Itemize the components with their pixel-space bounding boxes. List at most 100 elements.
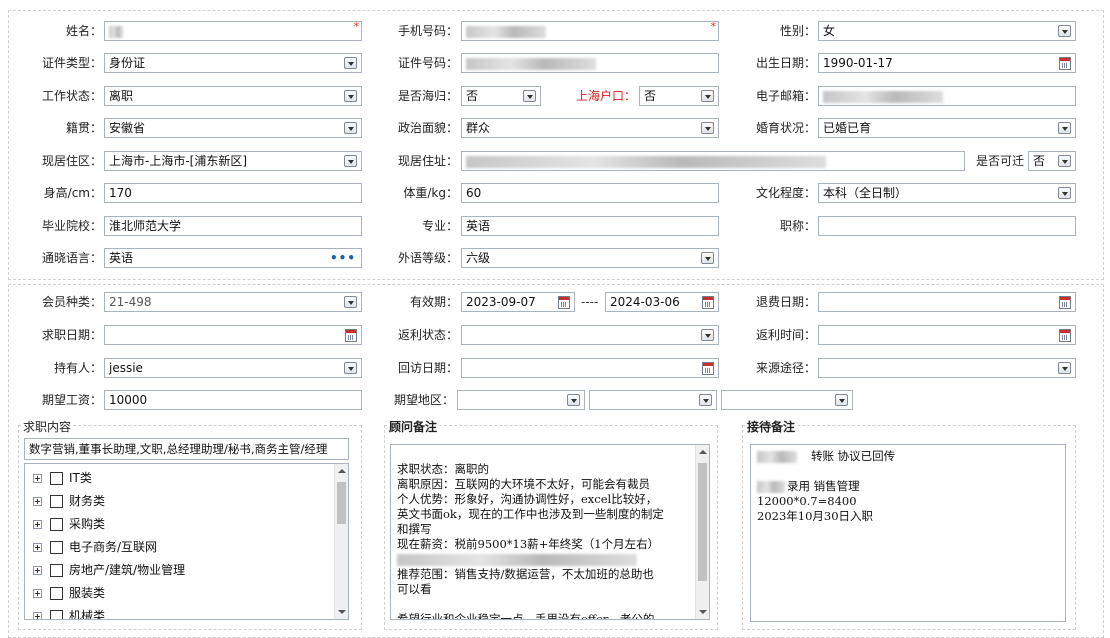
job-date-input[interactable] — [104, 325, 362, 345]
chevron-down-icon[interactable] — [701, 252, 714, 264]
expand-icon[interactable] — [33, 566, 42, 575]
tree-item-finance[interactable]: 财务类 — [33, 491, 105, 511]
shanghai-hukou-select[interactable]: 否 — [639, 86, 719, 106]
chevron-down-icon[interactable] — [567, 394, 580, 406]
scroll-thumb[interactable] — [337, 482, 346, 524]
chevron-down-icon[interactable] — [1058, 155, 1071, 167]
rebate-time-input[interactable] — [818, 325, 1076, 345]
calendar-icon[interactable] — [702, 296, 714, 309]
scroll-down-icon[interactable] — [338, 610, 346, 614]
chevron-down-icon[interactable] — [701, 90, 714, 102]
idno-input[interactable] — [461, 53, 719, 73]
chevron-down-icon[interactable] — [344, 57, 357, 69]
chevron-down-icon[interactable] — [1058, 187, 1071, 199]
language-picker[interactable]: 英语 ••• — [104, 248, 362, 268]
member-type-select[interactable]: 21-498 — [104, 292, 362, 312]
tree-item-realestate[interactable]: 房地产/建筑/物业管理 — [33, 560, 185, 580]
visit-date-input[interactable] — [461, 358, 719, 378]
native-place-select[interactable]: 安徽省 — [104, 118, 362, 138]
scroll-up-icon[interactable] — [338, 469, 346, 473]
checkbox[interactable] — [50, 587, 63, 600]
holder-select[interactable]: jessie — [104, 358, 362, 378]
required-icon: * — [710, 21, 717, 33]
chevron-down-icon[interactable] — [523, 90, 536, 102]
tree-item-machinery[interactable]: 机械类 — [33, 606, 105, 619]
refund-date-input[interactable] — [818, 292, 1076, 312]
calendar-icon[interactable] — [345, 329, 357, 342]
chevron-down-icon[interactable] — [1058, 122, 1071, 134]
calendar-icon[interactable] — [1059, 329, 1071, 342]
expand-icon[interactable] — [33, 612, 42, 619]
area-province-select[interactable] — [457, 390, 585, 410]
education-select[interactable]: 本科（全日制） — [818, 183, 1076, 203]
customer-profile-form: 姓名： * 手机号码： * 性别： 女 证件类型： 身份证 证件号码： 出生日期… — [0, 0, 1110, 638]
calendar-icon[interactable] — [1059, 296, 1071, 309]
tree-item-apparel[interactable]: 服装类 — [33, 583, 105, 603]
residence-area-select[interactable]: 上海市-上海市-[浦东新区] — [104, 151, 362, 171]
chevron-down-icon[interactable] — [699, 394, 712, 406]
reception-notes-textarea[interactable]: 转账 协议已回传 录用 销售管理 12000*0.7=8400 2023年10月… — [750, 444, 1066, 622]
address-input[interactable] — [461, 151, 965, 171]
email-input[interactable] — [818, 86, 1076, 106]
expand-icon[interactable] — [33, 589, 42, 598]
calendar-icon[interactable] — [702, 362, 714, 375]
marital-select[interactable]: 已婚已育 — [818, 118, 1076, 138]
valid-to-input[interactable]: 2024-03-06 — [605, 292, 719, 312]
chevron-down-icon[interactable] — [344, 362, 357, 374]
expand-icon[interactable] — [33, 543, 42, 552]
job-content-summary[interactable]: 数字营销,董事长助理,文职,总经理助理/秘书,商务主管/经理 — [24, 438, 349, 460]
calendar-icon[interactable] — [558, 296, 570, 309]
relocate-select[interactable]: 否 — [1028, 151, 1076, 171]
checkbox[interactable] — [50, 518, 63, 531]
height-input[interactable]: 170 — [104, 183, 362, 203]
chevron-down-icon[interactable] — [344, 90, 357, 102]
chevron-down-icon[interactable] — [1058, 362, 1071, 374]
professional-title-input[interactable] — [818, 216, 1076, 236]
more-icon[interactable]: ••• — [330, 252, 356, 264]
expand-icon[interactable] — [33, 520, 42, 529]
weight-input[interactable]: 60 — [461, 183, 719, 203]
scroll-down-icon[interactable] — [699, 610, 707, 614]
idtype-select[interactable]: 身份证 — [104, 53, 362, 73]
chevron-down-icon[interactable] — [1058, 25, 1071, 37]
checkbox[interactable] — [50, 541, 63, 554]
language-level-select[interactable]: 六级 — [461, 248, 719, 268]
political-select[interactable]: 群众 — [461, 118, 719, 138]
chevron-down-icon[interactable] — [344, 296, 357, 308]
chevron-down-icon[interactable] — [344, 155, 357, 167]
phone-input[interactable]: * — [461, 21, 719, 41]
checkbox[interactable] — [50, 610, 63, 619]
name-input[interactable]: * — [104, 21, 362, 41]
scroll-thumb[interactable] — [698, 463, 707, 581]
job-category-tree[interactable]: IT类 财务类 采购类 电子商务/互联网 房地产/建筑/物业管理 服装类 机械类 — [24, 463, 349, 620]
returnee-select[interactable]: 否 — [461, 86, 541, 106]
salary-input[interactable]: 10000 — [104, 390, 362, 410]
valid-from-input[interactable]: 2023-09-07 — [461, 292, 575, 312]
chevron-down-icon[interactable] — [344, 122, 357, 134]
birth-date-input[interactable]: 1990-01-17 — [818, 53, 1076, 73]
school-input[interactable]: 淮北师范大学 — [104, 216, 362, 236]
expand-icon[interactable] — [33, 497, 42, 506]
area-district-select[interactable] — [721, 390, 853, 410]
checkbox[interactable] — [50, 564, 63, 577]
source-select[interactable] — [818, 358, 1076, 378]
notes-scrollbar[interactable] — [695, 445, 709, 619]
checkbox[interactable] — [50, 472, 63, 485]
work-status-select[interactable]: 离职 — [104, 86, 362, 106]
chevron-down-icon[interactable] — [835, 394, 848, 406]
gender-select[interactable]: 女 — [818, 21, 1076, 41]
tree-item-it[interactable]: IT类 — [33, 468, 92, 488]
consultant-notes-textarea[interactable]: 求职状态：离职的 离职原因：互联网的大环境不太好，可能会有裁员 个人优势：形象好… — [390, 444, 710, 620]
expand-icon[interactable] — [33, 474, 42, 483]
calendar-icon[interactable] — [1059, 57, 1071, 70]
area-city-select[interactable] — [589, 390, 717, 410]
tree-scrollbar[interactable] — [334, 464, 348, 619]
rebate-status-select[interactable] — [461, 325, 719, 345]
checkbox[interactable] — [50, 495, 63, 508]
major-input[interactable]: 英语 — [461, 216, 719, 236]
scroll-up-icon[interactable] — [699, 450, 707, 454]
chevron-down-icon[interactable] — [701, 122, 714, 134]
tree-item-purchasing[interactable]: 采购类 — [33, 514, 105, 534]
chevron-down-icon[interactable] — [701, 329, 714, 341]
tree-item-ecommerce[interactable]: 电子商务/互联网 — [33, 537, 157, 557]
